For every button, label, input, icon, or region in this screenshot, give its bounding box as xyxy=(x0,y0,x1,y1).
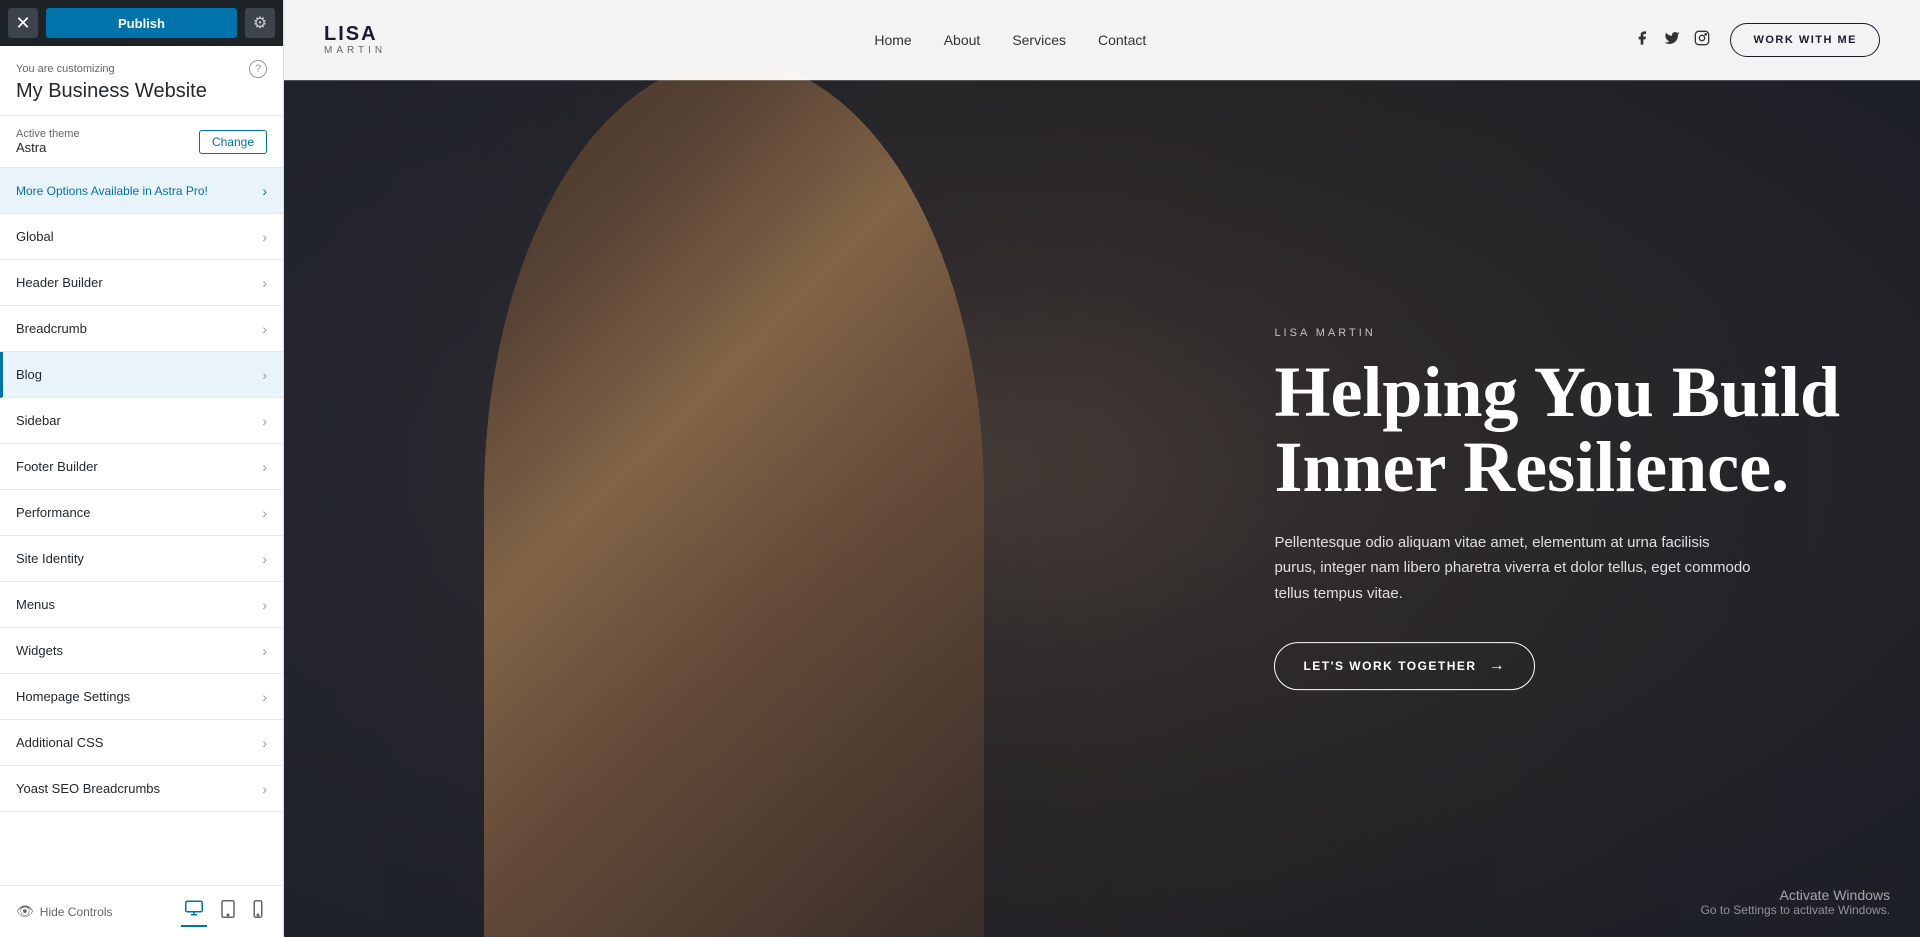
sidebar-item-footer-builder[interactable]: Footer Builder › xyxy=(0,444,283,490)
eye-icon: 👁 xyxy=(16,903,34,920)
sidebar-item-menus[interactable]: Menus › xyxy=(0,582,283,628)
customizer-panel: ✕ Publish ⚙ You are customizing ? My Bus… xyxy=(0,0,284,937)
chevron-right-icon: › xyxy=(262,413,267,429)
chevron-right-icon: › xyxy=(262,735,267,751)
blog-label: Blog xyxy=(16,367,42,382)
twitter-icon[interactable] xyxy=(1664,30,1680,51)
hero-title-line2: Inner Resilience. xyxy=(1274,427,1789,507)
chevron-right-icon: › xyxy=(262,505,267,521)
nav-links: Home About Services Contact xyxy=(874,32,1146,48)
logo-name: LISA xyxy=(324,24,386,44)
site-identity-label: Site Identity xyxy=(16,551,84,566)
hero-title-line1: Helping You Build xyxy=(1274,352,1840,432)
astra-pro-label: More Options Available in Astra Pro! xyxy=(16,184,208,198)
chevron-right-icon: › xyxy=(262,183,267,199)
tablet-device-button[interactable] xyxy=(217,896,239,927)
chevron-right-icon: › xyxy=(262,229,267,245)
hero-person-image xyxy=(484,60,984,937)
sidebar-item-breadcrumb[interactable]: Breadcrumb › xyxy=(0,306,283,352)
nav-link-about[interactable]: About xyxy=(944,32,981,48)
hero-title: Helping You Build Inner Resilience. xyxy=(1274,355,1840,506)
footer-builder-label: Footer Builder xyxy=(16,459,98,474)
chevron-right-icon: › xyxy=(262,643,267,659)
customizing-label-text: You are customizing xyxy=(16,63,115,75)
chevron-right-icon: › xyxy=(262,689,267,705)
chevron-right-icon: › xyxy=(262,275,267,291)
performance-label: Performance xyxy=(16,505,90,520)
work-with-me-button[interactable]: WORK WITH ME xyxy=(1730,23,1880,57)
sidebar-item-global[interactable]: Global › xyxy=(0,214,283,260)
header-builder-label: Header Builder xyxy=(16,275,103,290)
chevron-right-icon: › xyxy=(262,321,267,337)
theme-label: Active theme xyxy=(16,128,80,140)
change-theme-button[interactable]: Change xyxy=(199,130,267,154)
cta-arrow-icon: → xyxy=(1489,657,1507,675)
sidebar-item-performance[interactable]: Performance › xyxy=(0,490,283,536)
hide-controls-button[interactable]: 👁 Hide Controls xyxy=(16,903,112,920)
sidebar-item-widgets[interactable]: Widgets › xyxy=(0,628,283,674)
site-navigation: LISA MARTIN Home About Services Contact xyxy=(284,0,1920,80)
hero-tag: LISA MARTIN xyxy=(1274,327,1840,339)
sidebar-label: Sidebar xyxy=(16,413,61,428)
hero-cta-button[interactable]: LET'S WORK TOGETHER → xyxy=(1274,642,1535,690)
close-button[interactable]: ✕ xyxy=(8,8,38,38)
activate-windows-watermark: Activate Windows Go to Settings to activ… xyxy=(1701,887,1890,917)
panel-bottom: 👁 Hide Controls xyxy=(0,885,283,937)
hero-cta-label: LET'S WORK TOGETHER xyxy=(1303,659,1476,673)
nav-link-home[interactable]: Home xyxy=(874,32,911,48)
nav-link-contact[interactable]: Contact xyxy=(1098,32,1146,48)
additional-css-label: Additional CSS xyxy=(16,735,103,750)
customizing-title: My Business Website xyxy=(16,80,267,103)
sidebar-item-header-builder[interactable]: Header Builder › xyxy=(0,260,283,306)
activate-windows-sub: Go to Settings to activate Windows. xyxy=(1701,903,1890,917)
mobile-device-button[interactable] xyxy=(249,896,267,927)
facebook-icon[interactable] xyxy=(1634,30,1650,51)
publish-button[interactable]: Publish xyxy=(46,8,237,38)
nav-link-services[interactable]: Services xyxy=(1012,32,1066,48)
sidebar-item-site-identity[interactable]: Site Identity › xyxy=(0,536,283,582)
chevron-right-icon: › xyxy=(262,551,267,567)
breadcrumb-label: Breadcrumb xyxy=(16,321,87,336)
widgets-label: Widgets xyxy=(16,643,63,658)
chevron-right-icon: › xyxy=(262,781,267,797)
help-icon[interactable]: ? xyxy=(249,60,267,78)
theme-name: Astra xyxy=(16,140,80,155)
customizing-info: You are customizing ? My Business Websit… xyxy=(0,46,283,116)
hero-description: Pellentesque odio aliquam vitae amet, el… xyxy=(1274,530,1754,607)
homepage-settings-label: Homepage Settings xyxy=(16,689,130,704)
sidebar-item-homepage-settings[interactable]: Homepage Settings › xyxy=(0,674,283,720)
chevron-right-icon: › xyxy=(262,597,267,613)
device-icons xyxy=(181,896,267,927)
chevron-right-icon: › xyxy=(262,367,267,383)
nav-divider xyxy=(284,80,1920,81)
global-label: Global xyxy=(16,229,54,244)
logo-sub: MARTIN xyxy=(324,46,386,56)
panel-menu: More Options Available in Astra Pro! › G… xyxy=(0,168,283,885)
desktop-device-button[interactable] xyxy=(181,896,207,927)
menus-label: Menus xyxy=(16,597,55,612)
site-logo: LISA MARTIN xyxy=(324,24,386,56)
sidebar-item-blog[interactable]: Blog › xyxy=(0,352,283,398)
theme-info: Active theme Astra Change xyxy=(0,116,283,168)
instagram-icon[interactable] xyxy=(1694,30,1710,51)
preview-area: LISA MARTIN Home About Services Contact xyxy=(284,0,1920,937)
sidebar-item-additional-css[interactable]: Additional CSS › xyxy=(0,720,283,766)
social-icons xyxy=(1634,30,1710,51)
sidebar-item-yoast-seo[interactable]: Yoast SEO Breadcrumbs › xyxy=(0,766,283,812)
hide-controls-label: Hide Controls xyxy=(40,905,113,919)
hero-content: LISA MARTIN Helping You Build Inner Resi… xyxy=(1274,247,1840,691)
panel-topbar: ✕ Publish ⚙ xyxy=(0,0,283,46)
settings-button[interactable]: ⚙ xyxy=(245,8,275,38)
yoast-seo-label: Yoast SEO Breadcrumbs xyxy=(16,781,160,796)
chevron-right-icon: › xyxy=(262,459,267,475)
activate-windows-title: Activate Windows xyxy=(1701,887,1890,903)
nav-right: WORK WITH ME xyxy=(1634,23,1880,57)
sidebar-item-astra-pro[interactable]: More Options Available in Astra Pro! › xyxy=(0,168,283,214)
sidebar-item-sidebar[interactable]: Sidebar › xyxy=(0,398,283,444)
